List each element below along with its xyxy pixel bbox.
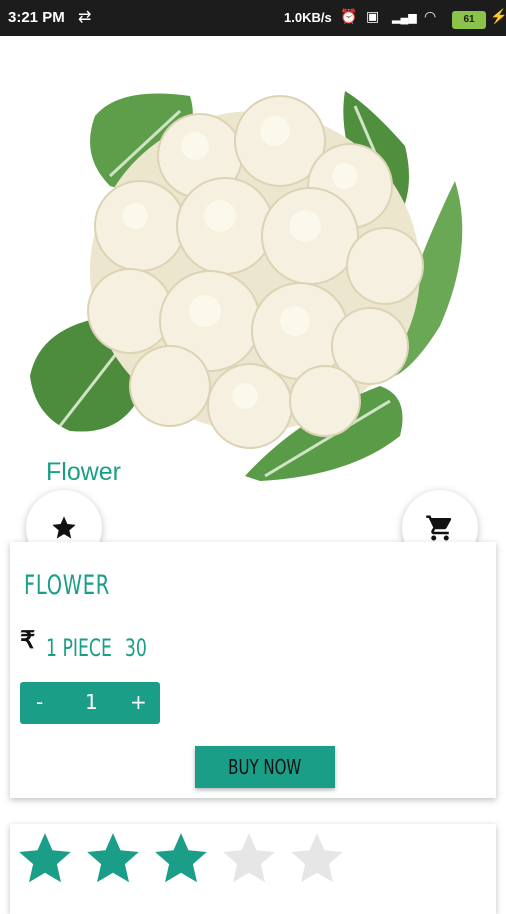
star-filled-icon[interactable]: [150, 828, 212, 890]
status-time: 3:21 PM: [8, 9, 65, 26]
sim-icon: ▣: [366, 8, 380, 24]
network-speed: 1.0KB/s: [284, 10, 332, 25]
product-label: Flower: [46, 458, 122, 486]
signal-icon: ▂▄▆: [392, 12, 417, 24]
quantity-stepper: - 1 +: [20, 682, 160, 724]
status-bar: 3:21 PM ⇄ 1.0KB/s ⏰ ▣ ▂▄▆ ◠ 61 ⚡: [0, 0, 506, 36]
sync-icon: ⇄: [78, 9, 92, 26]
rating-card: [10, 824, 496, 914]
unit-price: 1 PIECE 30: [46, 634, 147, 662]
increase-button[interactable]: +: [130, 690, 147, 714]
rating-stars[interactable]: [14, 828, 348, 890]
price-value: 30: [124, 634, 147, 662]
unit-label: 1 PIECE: [46, 634, 112, 662]
buy-now-label: BUY NOW: [228, 755, 302, 779]
battery-icon: 61: [452, 11, 486, 29]
star-icon: [52, 516, 76, 539]
star-empty-icon[interactable]: [218, 828, 280, 890]
product-card: FLOWER ₹ 1 PIECE 30 - 1 + BUY NOW: [10, 542, 496, 798]
star-filled-icon[interactable]: [14, 828, 76, 890]
cauliflower-image: [30, 91, 463, 481]
cart-icon: [426, 515, 452, 541]
product-image: [0, 36, 506, 506]
charging-icon: ⚡: [490, 8, 506, 24]
star-filled-icon[interactable]: [82, 828, 144, 890]
product-title: FLOWER: [24, 570, 110, 601]
star-empty-icon[interactable]: [286, 828, 348, 890]
wifi-icon: ◠: [424, 8, 437, 24]
rupee-icon: ₹: [20, 627, 36, 654]
alarm-off-icon: ⏰: [340, 8, 358, 24]
buy-now-button[interactable]: BUY NOW: [195, 746, 335, 788]
quantity-value[interactable]: 1: [85, 690, 98, 714]
decrease-button[interactable]: -: [36, 690, 43, 714]
